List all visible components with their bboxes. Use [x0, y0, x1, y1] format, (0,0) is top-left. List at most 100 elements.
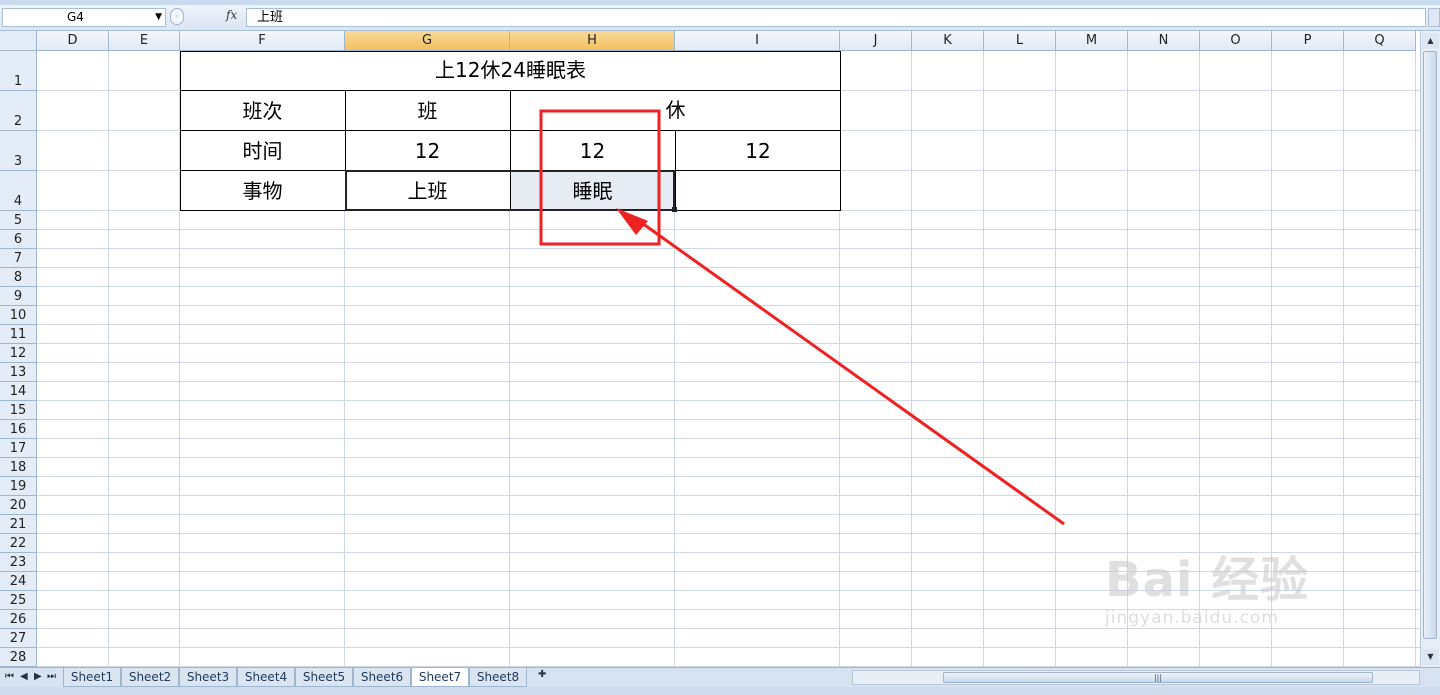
column-header-D[interactable]: D	[37, 31, 109, 51]
vertical-scrollbar[interactable]: ▲ ▼	[1420, 31, 1440, 667]
row-header-25[interactable]: 25	[0, 591, 37, 610]
column-header-P[interactable]: P	[1272, 31, 1344, 51]
grid-line	[37, 248, 1420, 249]
table-title[interactable]: 上12休24睡眠表	[180, 51, 841, 91]
row-header-5[interactable]: 5	[0, 211, 37, 230]
fx-icon[interactable]: fx	[226, 8, 237, 22]
row-header-24[interactable]: 24	[0, 572, 37, 591]
column-header-Q[interactable]: Q	[1344, 31, 1416, 51]
cell-G3[interactable]: 12	[345, 131, 510, 171]
column-header-G[interactable]: G	[345, 31, 510, 51]
last-sheet-icon[interactable]: ⏭	[47, 671, 56, 682]
row-header-7[interactable]: 7	[0, 249, 37, 268]
sheet-tab-sheet3[interactable]: Sheet3	[179, 668, 237, 687]
row-header-8[interactable]: 8	[0, 268, 37, 287]
row-header-3[interactable]: 3	[0, 131, 37, 171]
row-header-11[interactable]: 11	[0, 325, 37, 344]
row-header-23[interactable]: 23	[0, 553, 37, 572]
formula-input[interactable]: 上班	[246, 8, 1426, 27]
prev-sheet-icon[interactable]: ◀	[20, 671, 28, 682]
row-header-16[interactable]: 16	[0, 420, 37, 439]
row-number: 28	[9, 650, 27, 665]
grid-line	[1055, 51, 1056, 667]
grid-line	[37, 324, 1420, 325]
selection-outline	[345, 170, 675, 211]
first-sheet-icon[interactable]: ⏮	[5, 671, 14, 682]
expand-icon[interactable]: ◦	[170, 8, 184, 25]
column-header-J[interactable]: J	[840, 31, 912, 51]
row-number: 12	[9, 346, 27, 361]
cell-H3[interactable]: 12	[510, 131, 675, 171]
cell-H2-merged[interactable]: 休	[510, 91, 841, 131]
row-header-21[interactable]: 21	[0, 515, 37, 534]
horizontal-scroll-thumb[interactable]: |||	[943, 672, 1373, 683]
grid-line	[37, 457, 1420, 458]
row-header-17[interactable]: 17	[0, 439, 37, 458]
row-header-2[interactable]: 2	[0, 91, 37, 131]
scroll-up-icon[interactable]: ▲	[1422, 33, 1439, 49]
column-header-H[interactable]: H	[510, 31, 675, 51]
column-header-M[interactable]: M	[1056, 31, 1128, 51]
column-header-K[interactable]: K	[912, 31, 984, 51]
row-header-9[interactable]: 9	[0, 287, 37, 306]
insert-sheet-icon[interactable]: ✚	[538, 669, 546, 680]
grid-line	[37, 229, 1420, 230]
border	[675, 131, 676, 211]
row-header-20[interactable]: 20	[0, 496, 37, 515]
column-header-I[interactable]: I	[675, 31, 840, 51]
row-header-10[interactable]: 10	[0, 306, 37, 325]
grid-line	[37, 438, 1420, 439]
formula-expand-button[interactable]	[1428, 8, 1440, 27]
cell-G2[interactable]: 班	[345, 91, 510, 131]
column-header-O[interactable]: O	[1200, 31, 1272, 51]
row-number: 25	[9, 593, 27, 608]
column-header-E[interactable]: E	[109, 31, 180, 51]
row-number: 17	[9, 441, 27, 456]
column-header-N[interactable]: N	[1128, 31, 1200, 51]
sheet-tab-sheet6[interactable]: Sheet6	[353, 668, 411, 687]
column-header-L[interactable]: L	[984, 31, 1056, 51]
sheet-tab-sheet4[interactable]: Sheet4	[237, 668, 295, 687]
next-sheet-icon[interactable]: ▶	[34, 671, 42, 682]
cell-F4[interactable]: 事物	[180, 171, 345, 211]
grid-line	[1343, 51, 1344, 667]
scroll-down-icon[interactable]: ▼	[1422, 649, 1439, 665]
chevron-down-icon[interactable]: ▼	[155, 9, 162, 26]
sheet-tab-sheet1[interactable]: Sheet1	[63, 668, 121, 687]
row-header-4[interactable]: 4	[0, 171, 37, 211]
row-header-1[interactable]: 1	[0, 51, 37, 91]
sheet-tab-sheet8[interactable]: Sheet8	[469, 668, 527, 687]
vertical-scroll-thumb[interactable]	[1423, 51, 1437, 639]
cell-I3[interactable]: 12	[675, 131, 841, 171]
row-header-12[interactable]: 12	[0, 344, 37, 363]
row-header-27[interactable]: 27	[0, 629, 37, 648]
row-number: 3	[13, 154, 23, 169]
grid-line	[37, 647, 1420, 648]
sheet-tab-sheet7[interactable]: Sheet7	[411, 668, 469, 687]
row-number: 9	[13, 289, 23, 304]
select-all-corner[interactable]	[0, 31, 37, 51]
row-header-13[interactable]: 13	[0, 363, 37, 382]
row-header-15[interactable]: 15	[0, 401, 37, 420]
column-header-F[interactable]: F	[180, 31, 345, 51]
sheet-tab-sheet5[interactable]: Sheet5	[295, 668, 353, 687]
name-box[interactable]: G4 ▼	[2, 8, 166, 27]
row-header-19[interactable]: 19	[0, 477, 37, 496]
grid-line	[1415, 51, 1416, 667]
horizontal-scrollbar[interactable]: |||	[852, 670, 1420, 685]
row-number: 1	[13, 74, 23, 89]
grid-line	[37, 533, 1420, 534]
row-header-18[interactable]: 18	[0, 458, 37, 477]
row-header-26[interactable]: 26	[0, 610, 37, 629]
row-header-6[interactable]: 6	[0, 230, 37, 249]
grid-line	[983, 51, 984, 667]
cell-F3[interactable]: 时间	[180, 131, 345, 171]
cell-I4[interactable]	[675, 171, 841, 211]
row-header-28[interactable]: 28	[0, 648, 37, 667]
row-header-22[interactable]: 22	[0, 534, 37, 553]
border	[180, 51, 841, 52]
cell-F2[interactable]: 班次	[180, 91, 345, 131]
fill-handle[interactable]	[672, 207, 677, 212]
sheet-tab-sheet2[interactable]: Sheet2	[121, 668, 179, 687]
row-header-14[interactable]: 14	[0, 382, 37, 401]
